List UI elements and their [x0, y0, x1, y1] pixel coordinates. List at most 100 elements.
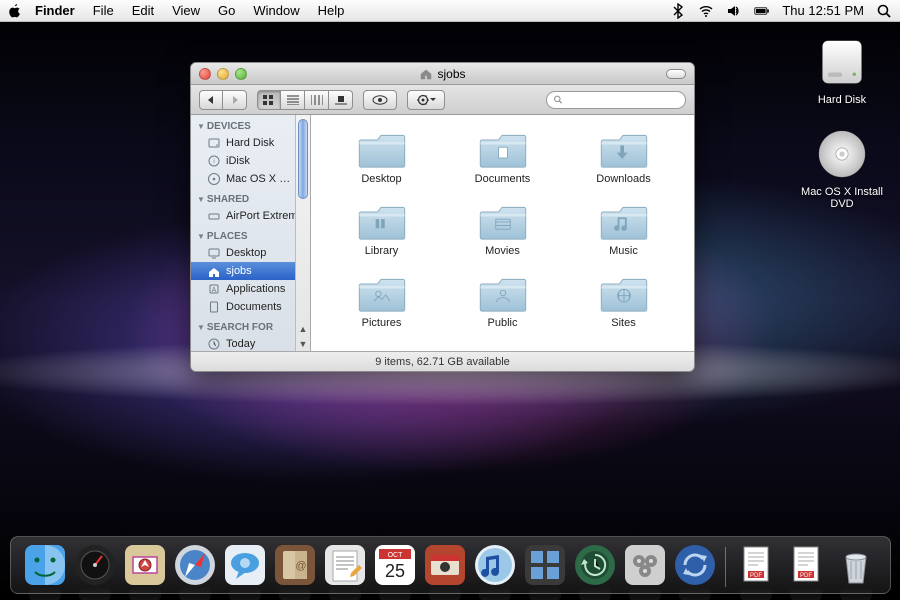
view-coverflow-button[interactable] — [329, 90, 353, 110]
menu-edit[interactable]: Edit — [123, 3, 163, 18]
folder-movies[interactable]: Movies — [442, 201, 563, 257]
toolbar-toggle-button[interactable] — [666, 69, 686, 79]
dock-app-finder[interactable] — [23, 543, 67, 587]
menu-window[interactable]: Window — [244, 3, 308, 18]
dock-app-systemprefs[interactable] — [623, 543, 667, 587]
folder-content[interactable]: Desktop Documents Downloads Library Movi… — [311, 115, 694, 351]
desktop-hard-disk[interactable]: Hard Disk — [802, 34, 882, 106]
dock-app-textedit[interactable] — [323, 543, 367, 587]
scroll-down-button[interactable]: ▼ — [296, 336, 310, 351]
back-button[interactable] — [199, 90, 223, 110]
menu-help[interactable]: Help — [309, 3, 354, 18]
folder-sites[interactable]: Sites — [563, 273, 684, 329]
clock-icon — [207, 337, 221, 351]
scroll-up-button[interactable]: ▲ — [296, 321, 310, 336]
battery-icon[interactable] — [754, 3, 770, 19]
svg-text:@: @ — [295, 560, 306, 572]
dock-app-timemachine[interactable] — [573, 543, 617, 587]
desktop-hard-disk-label: Hard Disk — [802, 94, 882, 106]
sidebar-item-desktop[interactable]: Desktop — [191, 244, 310, 262]
home-icon — [207, 264, 221, 278]
dock-app-photobooth[interactable] — [423, 543, 467, 587]
search-input[interactable] — [567, 94, 679, 106]
finder-window[interactable]: sjobs ▼DEVICES Hard Disk iiDiskMac OS X I…… — [190, 62, 695, 372]
search-field[interactable] — [546, 91, 686, 109]
dock-app-sync[interactable] — [673, 543, 717, 587]
menu-go[interactable]: Go — [209, 3, 244, 18]
disclosure-triangle-icon[interactable]: ▼ — [197, 122, 205, 131]
sidebar-item-mac-os-x-i-[interactable]: Mac OS X I…⏏ — [191, 170, 310, 188]
sidebar-item-label: Hard Disk — [226, 137, 304, 149]
dock[interactable]: @ OCT25 PDFPDF — [10, 536, 891, 594]
folder-music[interactable]: Music — [563, 201, 684, 257]
sidebar-heading[interactable]: ▼DEVICES — [191, 115, 310, 134]
folder-label: Sites — [611, 317, 635, 329]
dock-app-dashboard[interactable] — [73, 543, 117, 587]
sidebar-item-hard-disk[interactable]: Hard Disk — [191, 134, 310, 152]
sidebar-item-idisk[interactable]: iiDisk — [191, 152, 310, 170]
dock-app-ical[interactable]: OCT25 — [373, 543, 417, 587]
view-list-button[interactable] — [281, 90, 305, 110]
disclosure-triangle-icon[interactable]: ▼ — [197, 232, 205, 241]
disclosure-triangle-icon[interactable]: ▼ — [197, 195, 205, 204]
sidebar-heading[interactable]: ▼SEARCH FOR — [191, 316, 310, 335]
scrollbar-thumb[interactable] — [298, 119, 308, 199]
view-columns-button[interactable] — [305, 90, 329, 110]
folder-downloads[interactable]: Downloads — [563, 129, 684, 185]
folder-pictures[interactable]: Pictures — [321, 273, 442, 329]
apps-icon: A — [207, 282, 221, 296]
sidebar-item-today[interactable]: Today — [191, 335, 310, 351]
dock-app-spaces[interactable] — [523, 543, 567, 587]
quicklook-button[interactable] — [363, 90, 397, 110]
volume-icon[interactable] — [726, 3, 742, 19]
dock-item-doc2[interactable]: PDF — [784, 543, 828, 587]
sidebar-heading[interactable]: ▼PLACES — [191, 225, 310, 244]
sidebar-item-label: sjobs — [226, 265, 304, 277]
bluetooth-icon[interactable] — [670, 3, 686, 19]
spotlight-icon[interactable] — [876, 3, 892, 19]
minimize-button[interactable] — [217, 68, 229, 80]
action-button[interactable] — [407, 90, 445, 110]
menu-clock[interactable]: Thu 12:51 PM — [782, 3, 864, 18]
apple-menu[interactable] — [8, 0, 22, 22]
folder-desktop[interactable]: Desktop — [321, 129, 442, 185]
sidebar-item-label: Documents — [226, 301, 304, 313]
dock-app-addressbook[interactable]: @ — [273, 543, 317, 587]
folder-documents[interactable]: Documents — [442, 129, 563, 185]
dock-separator — [725, 547, 726, 587]
wifi-icon[interactable] — [698, 3, 714, 19]
title-bar[interactable]: sjobs — [191, 63, 694, 85]
sidebar-item-sjobs[interactable]: sjobs — [191, 262, 310, 280]
zoom-button[interactable] — [235, 68, 247, 80]
dock-app-itunes[interactable] — [473, 543, 517, 587]
menu-file[interactable]: File — [84, 3, 123, 18]
dock-app-safari[interactable] — [173, 543, 217, 587]
disclosure-triangle-icon[interactable]: ▼ — [197, 323, 205, 332]
menu-view[interactable]: View — [163, 3, 209, 18]
folder-public[interactable]: Public — [442, 273, 563, 329]
folder-label: Documents — [475, 173, 531, 185]
sidebar-item-applications[interactable]: AApplications — [191, 280, 310, 298]
close-button[interactable] — [199, 68, 211, 80]
folder-label: Pictures — [362, 317, 402, 329]
forward-button[interactable] — [223, 90, 247, 110]
folder-library[interactable]: Library — [321, 201, 442, 257]
sidebar-scrollbar[interactable]: ▲ ▼ — [295, 115, 310, 351]
folder-label: Movies — [485, 245, 520, 257]
dock-item-doc1[interactable]: PDF — [734, 543, 778, 587]
svg-text:25: 25 — [384, 561, 404, 581]
dock-item-trash[interactable] — [834, 543, 878, 587]
folder-icon — [478, 273, 528, 313]
dock-app-mail[interactable] — [123, 543, 167, 587]
view-icons-button[interactable] — [257, 90, 281, 110]
desktop-install-dvd[interactable]: Mac OS X Install DVD — [790, 126, 894, 210]
app-menu[interactable]: Finder — [26, 3, 84, 18]
sidebar-heading[interactable]: ▼SHARED — [191, 188, 310, 207]
dock-app-ichat[interactable] — [223, 543, 267, 587]
sidebar-item-airport-extreme[interactable]: AirPort Extreme — [191, 207, 310, 225]
sidebar[interactable]: ▼DEVICES Hard Disk iiDiskMac OS X I…⏏▼SHAR… — [191, 115, 311, 351]
folder-icon — [599, 201, 649, 241]
sidebar-item-documents[interactable]: Documents — [191, 298, 310, 316]
menu-bar: Finder File Edit View Go Window Help Thu… — [0, 0, 900, 22]
sidebar-item-label: Desktop — [226, 247, 304, 259]
